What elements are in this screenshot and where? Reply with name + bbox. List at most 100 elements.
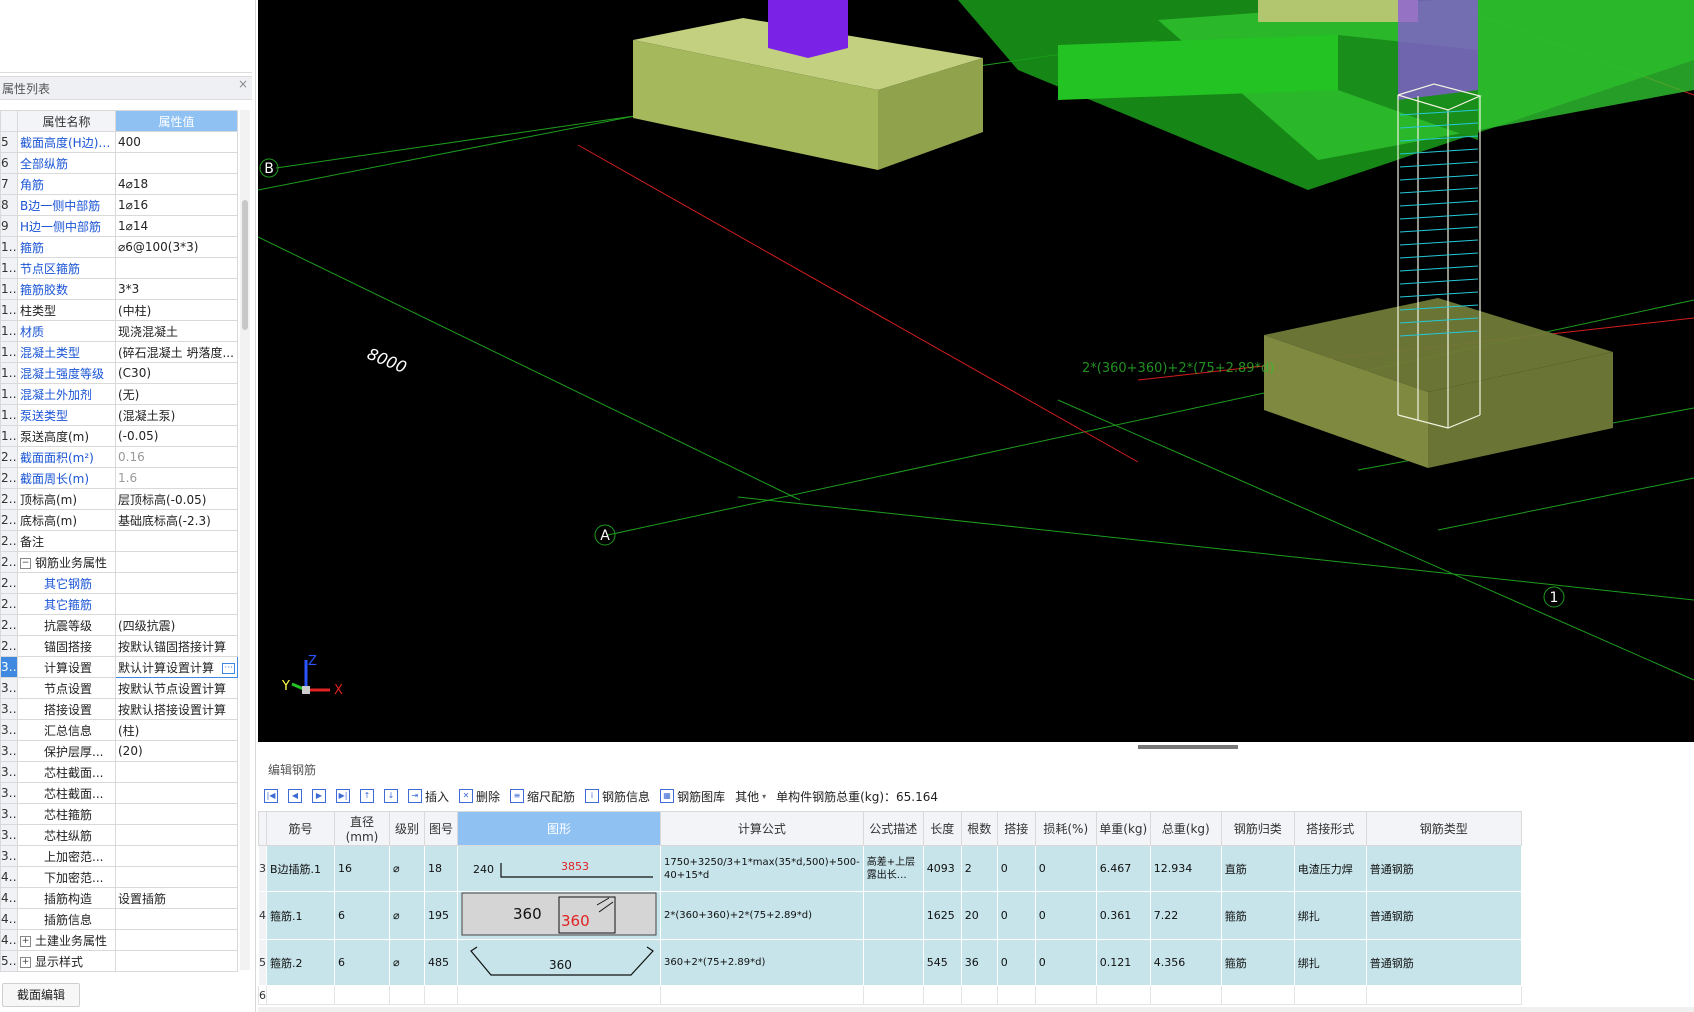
property-row[interactable]: 14 材质 现浇混凝土 bbox=[0, 320, 238, 342]
property-value[interactable]: 0.16 bbox=[115, 446, 238, 468]
property-row[interactable]: 8 B边一侧中部筋 1⌀16 bbox=[0, 194, 238, 216]
column-header[interactable]: 搭接形式 bbox=[1293, 811, 1367, 846]
property-value[interactable] bbox=[115, 593, 238, 615]
cell-category[interactable]: 箍筋 bbox=[1220, 891, 1295, 940]
empty-cell[interactable] bbox=[1149, 985, 1222, 1005]
property-row[interactable]: 33 汇总信息 (柱) bbox=[0, 719, 238, 741]
cell-lap[interactable]: 0 bbox=[996, 845, 1036, 892]
3d-viewport[interactable]: B A 1 8000 2*(360+360)+2*(75+2.89*d) Z X… bbox=[258, 0, 1694, 742]
property-row[interactable]: 40 下加密范... bbox=[0, 866, 238, 888]
property-name[interactable]: 泵送高度(m) bbox=[17, 425, 116, 447]
column-header[interactable]: 计算公式 bbox=[660, 811, 864, 846]
property-name[interactable]: 截面面积(m²) bbox=[17, 446, 116, 468]
cell-formula[interactable]: 2*(360+360)+2*(75+2.89*d) bbox=[660, 891, 864, 940]
property-name[interactable]: 混凝土强度等级 bbox=[17, 362, 116, 384]
property-name[interactable]: 芯柱纵筋 bbox=[17, 824, 116, 846]
property-name[interactable]: 箍筋 bbox=[17, 236, 116, 258]
empty-cell[interactable] bbox=[1293, 985, 1367, 1005]
column-header[interactable]: 长度 bbox=[922, 811, 962, 846]
property-value[interactable] bbox=[115, 152, 238, 174]
property-row[interactable]: 50 + 显示样式 bbox=[0, 950, 238, 972]
cell-total-weight[interactable]: 12.934 bbox=[1149, 845, 1222, 892]
3d-scene[interactable]: B A 1 8000 2*(360+360)+2*(75+2.89*d) Z X… bbox=[258, 0, 1694, 742]
prev-icon[interactable]: ◀ bbox=[288, 789, 302, 803]
property-value[interactable]: 1.6 bbox=[115, 467, 238, 489]
property-value[interactable]: 400 bbox=[115, 131, 238, 153]
column-header[interactable]: 直径(mm) bbox=[334, 811, 390, 846]
property-value[interactable]: 现浇混凝土 bbox=[115, 320, 238, 342]
cell-count[interactable]: 36 bbox=[960, 939, 998, 986]
last-icon[interactable]: ▶| bbox=[336, 789, 350, 803]
property-name[interactable]: 抗震等级 bbox=[17, 614, 116, 636]
cell-desc[interactable] bbox=[862, 939, 924, 986]
property-name[interactable]: 截面高度(H边)(... bbox=[17, 131, 116, 153]
cell-lap[interactable]: 0 bbox=[996, 891, 1036, 940]
cell-unit-weight[interactable]: 0.361 bbox=[1095, 891, 1151, 940]
column-header[interactable]: 总重(kg) bbox=[1149, 811, 1222, 846]
property-value[interactable] bbox=[115, 950, 238, 972]
property-name[interactable]: 节点区箍筋 bbox=[17, 257, 116, 279]
property-value[interactable] bbox=[115, 803, 238, 825]
cell-loss[interactable]: 0 bbox=[1034, 845, 1097, 892]
property-name[interactable]: + 土建业务属性 bbox=[17, 929, 116, 951]
property-name[interactable]: 锚固搭接 bbox=[17, 635, 116, 657]
cell-lap-type[interactable]: 绑扎 bbox=[1293, 891, 1367, 940]
property-value[interactable]: 4⌀18 bbox=[115, 173, 238, 195]
property-value[interactable]: (碎石混凝土 坍落度... bbox=[115, 341, 238, 363]
property-value[interactable] bbox=[115, 866, 238, 888]
empty-cell[interactable] bbox=[389, 985, 425, 1005]
property-row[interactable]: 36 芯柱截面... bbox=[0, 782, 238, 804]
property-name[interactable]: 插筋信息 bbox=[17, 908, 116, 930]
rebar-row[interactable]: 4 箍筋.1 6 ⌀ 195 360 360 2*(360+360)+2*(75+2.89*d… bbox=[258, 891, 1522, 940]
empty-cell[interactable] bbox=[266, 985, 335, 1005]
property-value[interactable] bbox=[115, 908, 238, 930]
property-row[interactable]: 10 箍筋 ⌀6@100(3*3) bbox=[0, 236, 238, 258]
cell-formula[interactable]: 1750+3250/3+1*max(35*d,500)+500-40+15*d bbox=[660, 845, 864, 892]
empty-row[interactable]: 6 bbox=[258, 985, 1522, 1005]
property-value[interactable] bbox=[115, 782, 238, 804]
rebar-shape[interactable]: 240 3853 bbox=[457, 845, 661, 892]
property-row[interactable]: 9 H边一侧中部筋 1⌀14 bbox=[0, 215, 238, 237]
cell-fig-no[interactable]: 18 bbox=[424, 845, 458, 892]
column-header[interactable]: 损耗(%) bbox=[1034, 811, 1097, 846]
property-row[interactable]: 32 搭接设置 按默认搭接设置计算 bbox=[0, 698, 238, 720]
property-value[interactable]: (中柱) bbox=[115, 299, 238, 321]
property-value[interactable]: ··· 默认计算设置计算 bbox=[115, 656, 238, 678]
move-down-icon[interactable]: ↓ bbox=[384, 789, 398, 803]
cell-desc[interactable]: 高差+上层露出长… bbox=[862, 845, 924, 892]
property-row[interactable]: 38 芯柱纵筋 bbox=[0, 824, 238, 846]
first-icon[interactable]: |◀ bbox=[264, 789, 278, 803]
cell-diameter[interactable]: 16 bbox=[334, 845, 390, 892]
property-value[interactable]: (C30) bbox=[115, 362, 238, 384]
property-name[interactable]: 芯柱截面... bbox=[17, 761, 116, 783]
property-name[interactable]: 材质 bbox=[17, 320, 116, 342]
empty-cell[interactable] bbox=[862, 985, 924, 1005]
property-row[interactable]: 39 上加密范... bbox=[0, 845, 238, 867]
property-row[interactable]: 25− 钢筋业务属性 bbox=[0, 551, 238, 573]
column-header[interactable]: 图形 bbox=[457, 811, 661, 846]
property-value[interactable] bbox=[115, 572, 238, 594]
cell-bar-no[interactable]: 箍筋.2 bbox=[266, 939, 335, 986]
rebar-shape[interactable]: 360 bbox=[457, 939, 661, 986]
cell-count[interactable]: 20 bbox=[960, 891, 998, 940]
property-row[interactable]: 30 计算设置 ··· 默认计算设置计算 bbox=[0, 656, 238, 678]
property-row[interactable]: 18 泵送类型 (混凝土泵) bbox=[0, 404, 238, 426]
property-value[interactable]: 按默认节点设置计算 bbox=[115, 677, 238, 699]
cell-length[interactable]: 4093 bbox=[922, 845, 962, 892]
property-row[interactable]: 13 柱类型 (中柱) bbox=[0, 299, 238, 321]
property-value[interactable] bbox=[115, 845, 238, 867]
empty-cell[interactable] bbox=[457, 985, 661, 1005]
header-name[interactable]: 属性名称 bbox=[17, 110, 116, 132]
empty-cell[interactable] bbox=[960, 985, 998, 1005]
empty-cell[interactable] bbox=[1365, 985, 1522, 1005]
cell-grade[interactable]: ⌀ bbox=[389, 891, 425, 940]
cell-category[interactable]: 箍筋 bbox=[1220, 939, 1295, 986]
property-name[interactable]: + 显示样式 bbox=[17, 950, 116, 972]
cell-bar-type[interactable]: 普通钢筋 bbox=[1365, 939, 1522, 986]
empty-cell[interactable] bbox=[1034, 985, 1097, 1005]
close-icon[interactable]: × bbox=[238, 77, 248, 91]
property-row[interactable]: 37 芯柱箍筋 bbox=[0, 803, 238, 825]
scrollbar-thumb[interactable] bbox=[242, 200, 248, 330]
property-row[interactable]: 23 底标高(m) 基础底标高(-2.3) bbox=[0, 509, 238, 531]
property-row[interactable]: 35 芯柱截面... bbox=[0, 761, 238, 783]
